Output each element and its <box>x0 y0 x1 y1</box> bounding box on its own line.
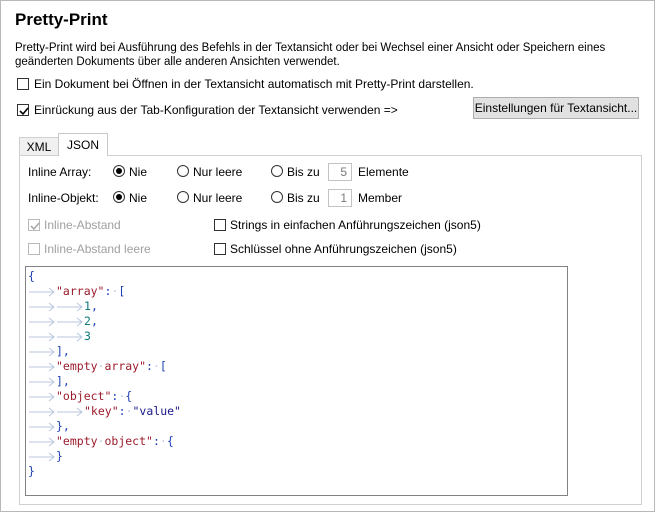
code-line: }, <box>28 419 181 434</box>
page-title: Pretty-Print <box>15 10 108 29</box>
auto-pretty-print-checkbox[interactable] <box>17 78 29 90</box>
inline-array-up-to-label: Bis zu <box>287 165 320 179</box>
tab-xml[interactable]: XML <box>19 137 59 155</box>
code-line: "object":·{ <box>28 389 181 404</box>
inline-spacing-empty-label: Inline-Abstand leere <box>44 242 151 256</box>
text-view-settings-button[interactable]: Einstellungen für Textansicht... <box>473 97 639 119</box>
code-token: "key" <box>84 404 119 418</box>
inline-object-empty-only-label: Nur leere <box>193 191 243 205</box>
tab-arrow-icon <box>28 449 56 464</box>
description-text: Pretty-Print wird bei Ausführung des Bef… <box>15 42 606 68</box>
tab-arrow-icon <box>28 299 56 314</box>
code-token: object" <box>104 434 153 448</box>
tab-arrow-icon <box>28 419 56 434</box>
code-line: "empty·array":·[ <box>28 359 181 374</box>
code-token: "array" <box>56 284 105 298</box>
json-preview-code: {"array":·[1, 2, 3], "empty·array":·[], "obj… <box>28 269 181 479</box>
code-line: ], <box>28 374 181 389</box>
code-token: : <box>152 434 160 448</box>
code-line: } <box>28 464 181 479</box>
checkmark-icon <box>30 222 40 231</box>
code-token: 3 <box>84 329 91 343</box>
unquoted-keys-checkbox[interactable] <box>214 243 226 255</box>
inline-array-empty-only-radio[interactable] <box>177 165 189 177</box>
code-line: 1, <box>28 299 181 314</box>
unquoted-keys-label: Schlüssel ohne Anführungszeichen (json5) <box>230 242 457 256</box>
tab-arrow-icon <box>56 329 84 344</box>
whitespace-marker: · <box>125 404 133 418</box>
tab-arrow-icon <box>28 359 56 374</box>
json-preview-editor[interactable]: {"array":·[1, 2, 3], "empty·array":·[], "obj… <box>25 266 568 496</box>
checkmark-icon <box>19 107 29 116</box>
use-tab-config-checkbox[interactable] <box>17 104 29 116</box>
tab-arrow-icon <box>28 314 56 329</box>
inline-array-unit-label: Elemente <box>358 165 409 179</box>
inline-object-unit-label: Member <box>358 191 403 205</box>
code-token: } <box>56 449 63 463</box>
code-token: { <box>28 269 35 283</box>
tab-arrow-icon <box>56 404 84 419</box>
code-token: "empty <box>56 434 98 448</box>
code-token: ], <box>56 344 70 358</box>
code-token: { <box>166 434 174 448</box>
tab-arrow-icon <box>28 284 56 299</box>
inline-array-label: Inline Array: <box>28 165 92 179</box>
code-line: ], <box>28 344 181 359</box>
inline-object-count-input[interactable]: 1 <box>328 189 352 207</box>
inline-object-never-label: Nie <box>129 191 148 205</box>
code-token: "object" <box>56 389 112 403</box>
code-line: "key":·"value" <box>28 404 181 419</box>
inline-object-never-radio[interactable] <box>113 191 125 203</box>
inline-array-up-to-radio[interactable] <box>271 165 283 177</box>
single-quotes-checkbox[interactable] <box>214 219 226 231</box>
tab-arrow-icon <box>56 299 84 314</box>
code-line: "array":·[ <box>28 284 181 299</box>
tab-arrow-icon <box>56 314 84 329</box>
inline-array-never-label: Nie <box>129 165 148 179</box>
tab-arrow-icon <box>28 434 56 449</box>
code-token: "empty <box>56 359 98 373</box>
code-token: ], <box>56 374 70 388</box>
code-token: }, <box>56 419 70 433</box>
code-token: : <box>118 404 126 418</box>
code-token: [ <box>118 284 126 298</box>
inline-object-up-to-label: Bis zu <box>287 191 320 205</box>
code-token: , <box>90 299 98 313</box>
pretty-print-dialog: Pretty-Print Pretty-Print wird bei Ausfü… <box>0 0 655 512</box>
code-token: 2 <box>84 314 91 328</box>
use-tab-config-label: Einrückung aus der Tab-Konfiguration der… <box>34 103 398 117</box>
tab-arrow-icon <box>28 344 56 359</box>
inline-object-up-to-radio[interactable] <box>271 191 283 203</box>
inline-spacing-label: Inline-Abstand <box>44 218 121 232</box>
inline-spacing-empty-checkbox[interactable] <box>28 243 40 255</box>
code-token: [ <box>159 359 167 373</box>
code-line: "empty·object":·{ <box>28 434 181 449</box>
code-token: "value" <box>132 404 181 418</box>
tab-json[interactable]: JSON <box>58 133 108 156</box>
code-token: array" <box>104 359 147 373</box>
inline-object-empty-only-radio[interactable] <box>177 191 189 203</box>
inline-array-count-input[interactable]: 5 <box>328 163 352 181</box>
whitespace-marker: · <box>159 434 167 448</box>
inline-object-label: Inline-Objekt: <box>28 191 99 205</box>
code-token: , <box>90 314 98 328</box>
code-line: { <box>28 269 181 284</box>
whitespace-marker: · <box>152 359 160 373</box>
code-token: 1 <box>84 299 91 313</box>
code-token: : <box>146 359 153 373</box>
single-quotes-label: Strings in einfachen Anführungszeichen (… <box>230 218 481 232</box>
inline-array-empty-only-label: Nur leere <box>193 165 243 179</box>
inline-array-never-radio[interactable] <box>113 165 125 177</box>
code-token: { <box>125 389 133 403</box>
code-line: 2, <box>28 314 181 329</box>
code-line: 3 <box>28 329 181 344</box>
tab-arrow-icon <box>28 389 56 404</box>
tab-arrow-icon <box>28 374 56 389</box>
inline-spacing-checkbox[interactable] <box>28 219 40 231</box>
tab-arrow-icon <box>28 329 56 344</box>
auto-pretty-print-label: Ein Dokument bei Öffnen in der Textansic… <box>34 77 474 91</box>
code-token: } <box>28 464 35 478</box>
code-line: } <box>28 449 181 464</box>
tab-arrow-icon <box>28 404 56 419</box>
